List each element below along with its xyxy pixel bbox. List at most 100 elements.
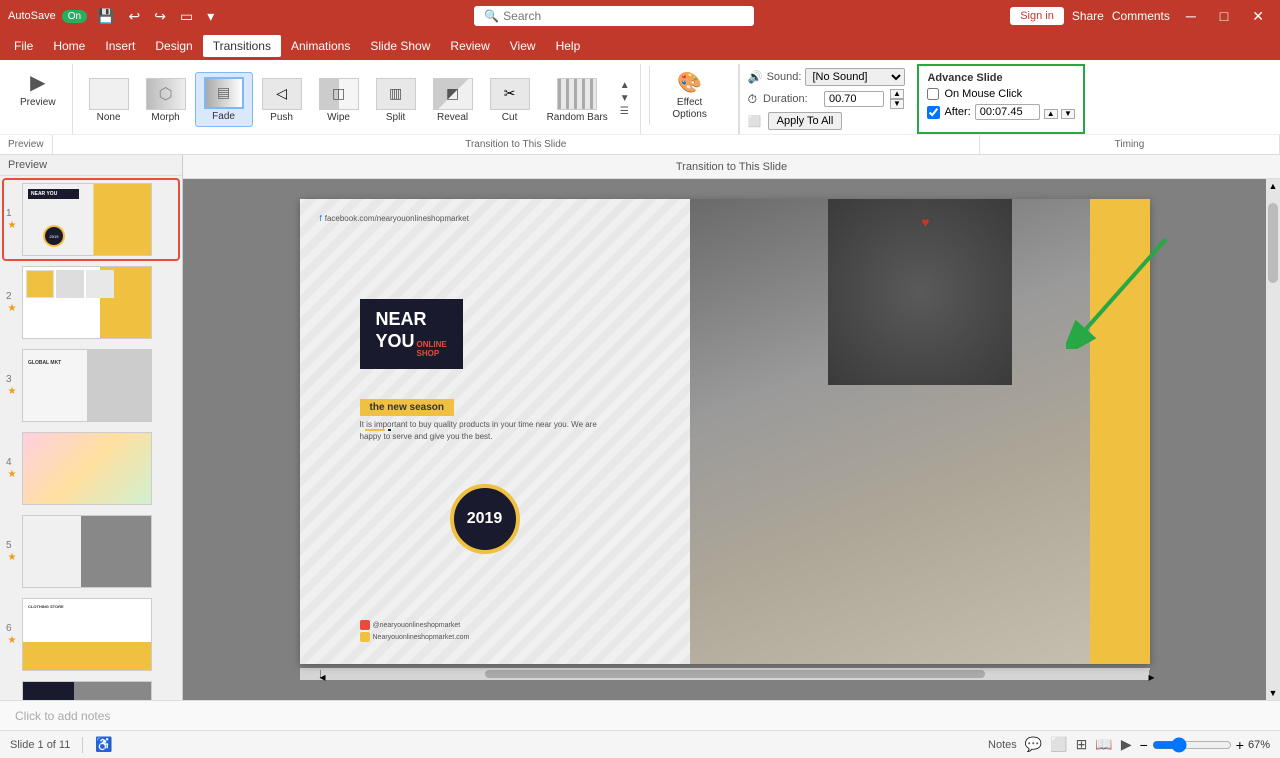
h-scroll-right-arrow[interactable]: ▸ xyxy=(1149,670,1150,678)
slide1-year-mini: 2019 xyxy=(43,225,65,247)
slide-sorter-icon[interactable]: ⊞ xyxy=(1076,736,1088,753)
slide-item-5[interactable]: 5 ★ xyxy=(4,512,178,591)
transition-split[interactable]: ▥ Split xyxy=(368,74,424,127)
duration-up-btn[interactable]: ▲ xyxy=(890,89,904,99)
save-icon[interactable]: 💾 xyxy=(93,6,118,27)
accessibility-icon: ♿ xyxy=(95,736,112,753)
scroll-down-btn[interactable]: ▼ xyxy=(618,93,632,105)
menu-transitions[interactable]: Transitions xyxy=(203,35,281,57)
slide-item-1[interactable]: 1 ★ NEAR YOU 2019 xyxy=(4,180,178,259)
menu-view[interactable]: View xyxy=(500,35,546,57)
sound-icon: 🔊 xyxy=(748,70,763,84)
preview-label: Preview xyxy=(20,97,56,108)
slide-title-line1: NEAR xyxy=(376,309,447,331)
timing-section-label: Timing xyxy=(980,135,1280,154)
after-down-btn[interactable]: ▼ xyxy=(1061,109,1075,119)
slide-title-box: NEAR YOU ONLINE SHOP xyxy=(360,299,463,369)
menu-bar: File Home Insert Design Transitions Anim… xyxy=(0,32,1280,60)
slide-panel: Preview 1 ★ NEAR YOU 2019 xyxy=(0,155,183,700)
minimize-button[interactable]: ─ xyxy=(1178,6,1204,26)
transition-none-label: None xyxy=(97,112,121,123)
instagram-handle: @nearyouonlineshopmarket xyxy=(373,622,461,629)
slide-canvas: f facebook.com/nearyouonlineshopmarket ♥… xyxy=(300,199,1150,664)
deco-dot xyxy=(388,429,391,431)
after-row: After: 00:07.45 ▲ ▼ xyxy=(927,104,1074,120)
after-input[interactable]: 00:07.45 xyxy=(975,104,1040,120)
apply-to-all-button[interactable]: Apply To All xyxy=(768,112,843,130)
customize-icon[interactable]: ▾ xyxy=(203,6,218,27)
comments-button[interactable]: Comments xyxy=(1112,9,1170,23)
menu-design[interactable]: Design xyxy=(145,35,202,57)
menu-home[interactable]: Home xyxy=(43,35,95,57)
redo-icon[interactable]: ↪ xyxy=(150,6,170,27)
menu-review[interactable]: Review xyxy=(440,35,499,57)
duration-input[interactable]: 00.70 xyxy=(824,91,884,107)
share-button[interactable]: Share xyxy=(1072,9,1104,23)
transition-push[interactable]: ◁ Push xyxy=(254,74,310,127)
slide-item-7[interactable]: 7 ★ xyxy=(4,678,178,700)
h-scroll-thumb[interactable] xyxy=(485,670,985,678)
notes-bar[interactable]: Click to add notes xyxy=(0,700,1280,730)
zoom-in-btn[interactable]: + xyxy=(1236,737,1244,753)
autosave-toggle[interactable]: On xyxy=(62,10,87,23)
search-box[interactable]: 🔍 xyxy=(474,6,754,26)
notes-btn[interactable]: Notes xyxy=(988,739,1017,751)
slide-body-text: It is important to buy quality products … xyxy=(360,420,597,441)
preview-button[interactable]: ▶ Preview xyxy=(12,66,64,112)
menu-insert[interactable]: Insert xyxy=(95,35,145,57)
menu-animations[interactable]: Animations xyxy=(281,35,360,57)
transition-none[interactable]: None xyxy=(81,74,137,127)
scroll-expand-btn[interactable]: ☰ xyxy=(618,106,632,118)
transition-reveal[interactable]: ◩ Reveal xyxy=(425,74,481,127)
menu-slideshow[interactable]: Slide Show xyxy=(360,35,440,57)
after-up-btn[interactable]: ▲ xyxy=(1044,109,1058,119)
h-scrollbar[interactable]: ◂ ▸ xyxy=(300,668,1150,680)
notes-placeholder[interactable]: Click to add notes xyxy=(15,709,110,723)
slide-item-2[interactable]: 2 ★ xyxy=(4,263,178,342)
slide-item-4[interactable]: 4 ★ xyxy=(4,429,178,508)
maximize-button[interactable]: □ xyxy=(1212,6,1236,26)
v-scroll-thumb[interactable] xyxy=(1268,203,1278,283)
transition-fade[interactable]: ▤ Fade xyxy=(195,72,253,127)
present-icon[interactable]: ▭ xyxy=(176,6,197,27)
after-checkbox[interactable] xyxy=(927,106,940,119)
undo-icon[interactable]: ↩ xyxy=(124,6,144,27)
duration-down-btn[interactable]: ▼ xyxy=(890,99,904,109)
slide-decoration xyxy=(365,429,391,431)
on-mouse-click-checkbox[interactable] xyxy=(927,88,939,100)
slide-title-online: ONLINE xyxy=(417,340,447,349)
reading-view-icon[interactable]: 📖 xyxy=(1095,736,1112,753)
transition-push-icon: ◁ xyxy=(262,78,302,110)
slide-body: It is important to buy quality products … xyxy=(360,419,600,443)
transition-wipe[interactable]: ◫ Wipe xyxy=(311,74,367,127)
scroll-up-btn[interactable]: ▲ xyxy=(618,80,632,92)
slide-title-line2: YOU ONLINE SHOP xyxy=(376,331,447,359)
effect-options-button[interactable]: 🎨 Effect Options xyxy=(649,66,730,125)
v-scroll-up-btn[interactable]: ▲ xyxy=(1266,179,1280,193)
sound-select[interactable]: [No Sound] xyxy=(805,68,905,86)
slide-item-3[interactable]: 3 ★ GLOBAL MKT xyxy=(4,346,178,425)
transition-fade-icon: ▤ xyxy=(204,77,244,109)
transition-morph[interactable]: ⬡ Morph xyxy=(138,74,194,127)
close-button[interactable]: ✕ xyxy=(1244,6,1272,27)
slide-num-1: 1 xyxy=(6,208,18,219)
normal-view-icon[interactable]: ⬜ xyxy=(1050,736,1067,753)
slide2-box3 xyxy=(86,270,114,298)
transition-wipe-icon: ◫ xyxy=(319,78,359,110)
zoom-out-btn[interactable]: − xyxy=(1140,737,1148,753)
menu-help[interactable]: Help xyxy=(546,35,591,57)
slide-star-6: ★ xyxy=(8,635,17,646)
presentation-icon[interactable]: ▶ xyxy=(1121,736,1132,753)
slide-item-6[interactable]: 6 ★ CLOTHING STORE xyxy=(4,595,178,674)
sign-in-button[interactable]: Sign in xyxy=(1010,7,1064,25)
transition-random-bars-label: Random Bars xyxy=(547,112,608,123)
on-mouse-click-row: On Mouse Click xyxy=(927,88,1074,100)
zoom-range[interactable] xyxy=(1152,737,1232,753)
search-input[interactable] xyxy=(503,9,744,23)
duration-icon: ⏱ xyxy=(748,92,757,107)
slide-thumb-3: GLOBAL MKT xyxy=(22,349,152,422)
v-scroll-down-btn[interactable]: ▼ xyxy=(1266,686,1280,700)
transition-cut[interactable]: ✂ Cut xyxy=(482,74,538,127)
transition-random-bars[interactable]: Random Bars xyxy=(539,74,616,127)
menu-file[interactable]: File xyxy=(4,35,43,57)
